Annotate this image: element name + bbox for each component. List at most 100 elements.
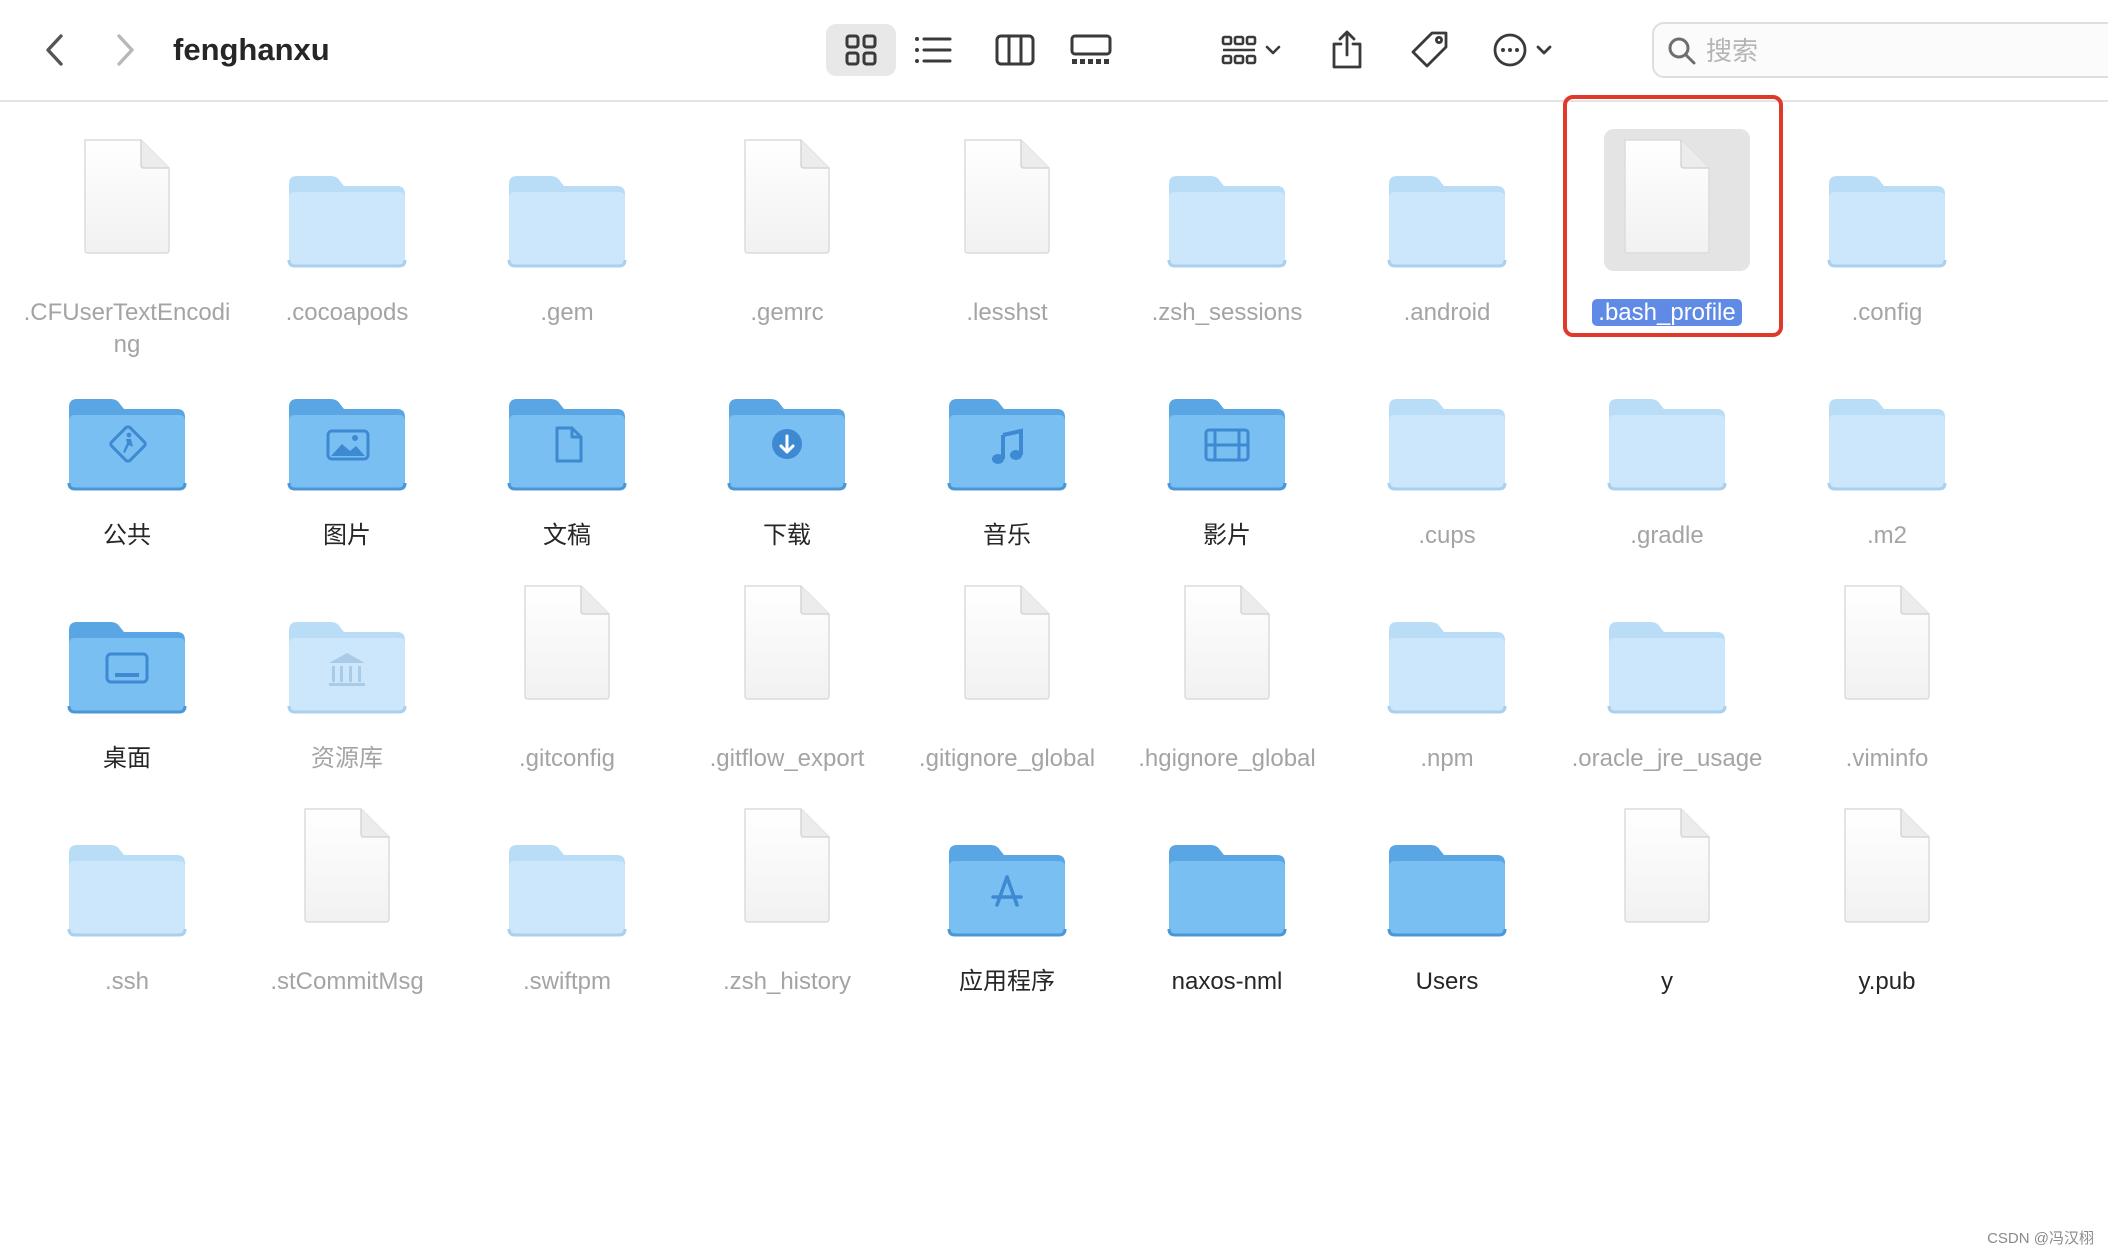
file-name-text: .gitconfig [518,745,616,772]
file-name-text: .zsh_sessions [1151,299,1303,326]
file-item[interactable]: y [1557,803,1777,1023]
file-item[interactable]: .swiftpm [457,803,677,1023]
file-item[interactable]: .lesshst [897,134,1117,354]
downloads-folder-icon [677,357,897,513]
file-item[interactable]: 影片 [1117,357,1337,577]
file-name-label: 音乐 [897,520,1117,552]
file-name-label: .gitconfig [457,743,677,775]
more-icon [1492,32,1556,68]
file-item[interactable]: .m2 [1777,357,1997,577]
file-item[interactable]: .gem [457,134,677,354]
file-name-label: .gitflow_export [677,743,897,775]
file-item[interactable]: .ssh [17,803,237,1023]
folder-icon [457,803,677,959]
file-name-label: 图片 [237,520,457,552]
file-name-label: .stCommitMsg [237,966,457,998]
folder-icon [1777,134,1997,290]
file-item[interactable]: .hgignore_global [1117,580,1337,800]
file-name-label: 应用程序 [897,966,1117,998]
gallery-view-button[interactable] [1054,24,1128,76]
file-item[interactable]: .viminfo [1777,580,1997,800]
file-name-label: .viminfo [1777,743,1997,775]
grid-view-icon [844,33,878,67]
file-grid: .CFUserTextEncoding .cocoapods .gem .gemrc.… [0,102,2108,1256]
file-name-text: 图片 [323,522,371,549]
folder-icon [1117,803,1337,959]
folder-icon [1337,803,1557,959]
file-name-label: y [1557,966,1777,998]
file-name-label: 下载 [677,520,897,552]
file-name-text: .viminfo [1845,745,1929,772]
file-item[interactable]: .android [1337,134,1557,354]
file-item[interactable]: .zsh_sessions [1117,134,1337,354]
document-icon [17,134,237,290]
finder-toolbar: fenghanxu 搜索 [0,0,2108,102]
grid-view-button[interactable] [826,24,896,76]
document-icon [897,134,1117,290]
file-item[interactable]: .npm [1337,580,1557,800]
file-item[interactable]: .gitflow_export [677,580,897,800]
document-icon [237,803,457,959]
file-item[interactable]: 图片 [237,357,457,577]
file-item[interactable]: 资源库 [237,580,457,800]
search-field[interactable]: 搜索 [1652,22,2108,78]
tag-button[interactable] [1402,24,1458,76]
file-item[interactable]: 应用程序 [897,803,1117,1023]
file-name-label: .zsh_history [677,966,897,998]
file-name-text: .zsh_history [722,968,852,995]
column-view-button[interactable] [980,24,1050,76]
file-item[interactable]: 文稿 [457,357,677,577]
file-name-text: .lesshst [966,299,1048,326]
file-item[interactable]: y.pub [1777,803,1997,1023]
file-item[interactable]: 下载 [677,357,897,577]
group-button[interactable] [1212,24,1292,76]
file-name-label: y.pub [1777,966,1997,998]
document-icon [1777,580,1997,736]
pictures-folder-icon [237,357,457,513]
back-button[interactable] [30,24,80,76]
file-item[interactable]: .zsh_history [677,803,897,1023]
file-item[interactable]: Users [1337,803,1557,1023]
file-item[interactable]: 音乐 [897,357,1117,577]
file-item[interactable]: .config [1777,134,1997,354]
file-name-label: .gemrc [677,297,897,329]
file-name-text: .gem [540,299,594,326]
file-item[interactable]: .oracle_jre_usage [1557,580,1777,800]
file-item[interactable]: .cups [1337,357,1557,577]
file-name-label: .hgignore_global [1117,743,1337,775]
document-icon [1777,803,1997,959]
document-icon [677,134,897,290]
file-item[interactable]: 桌面 [17,580,237,800]
file-name-text: 影片 [1203,522,1251,549]
file-item[interactable]: .gemrc [677,134,897,354]
file-item[interactable]: .cocoapods [237,134,457,354]
file-item[interactable]: .gitconfig [457,580,677,800]
file-item[interactable]: .stCommitMsg [237,803,457,1023]
file-name-text: 资源库 [311,745,383,772]
watermark: CSDN @冯汉栩 [1987,1230,2094,1247]
share-button[interactable] [1322,24,1372,76]
file-name-text: 下载 [763,522,811,549]
file-item[interactable]: .CFUserTextEncoding [17,134,237,358]
file-item[interactable]: naxos-nml [1117,803,1337,1023]
file-item[interactable]: .gitignore_global [897,580,1117,800]
file-name-label: .zsh_sessions [1117,297,1337,329]
file-name-text: Users [1415,968,1479,995]
more-actions-button[interactable] [1486,24,1562,76]
annotation-highlight-box [1563,95,1783,337]
file-name-text: .cups [1418,522,1476,549]
file-name-label: .gitignore_global [897,743,1117,775]
document-icon [677,580,897,736]
forward-button[interactable] [100,24,150,76]
list-view-button[interactable] [898,24,968,76]
file-item[interactable]: .gradle [1557,357,1777,577]
file-name-text: .CFUserTextEncoding [23,299,231,358]
list-view-icon [914,35,952,65]
file-name-label: Users [1337,966,1557,998]
file-name-text: .m2 [1866,522,1907,549]
file-name-label: 公共 [17,520,237,552]
applications-folder-icon [897,803,1117,959]
folder-icon [1337,580,1557,736]
file-name-label: .gem [457,297,677,329]
file-item[interactable]: 公共 [17,357,237,577]
